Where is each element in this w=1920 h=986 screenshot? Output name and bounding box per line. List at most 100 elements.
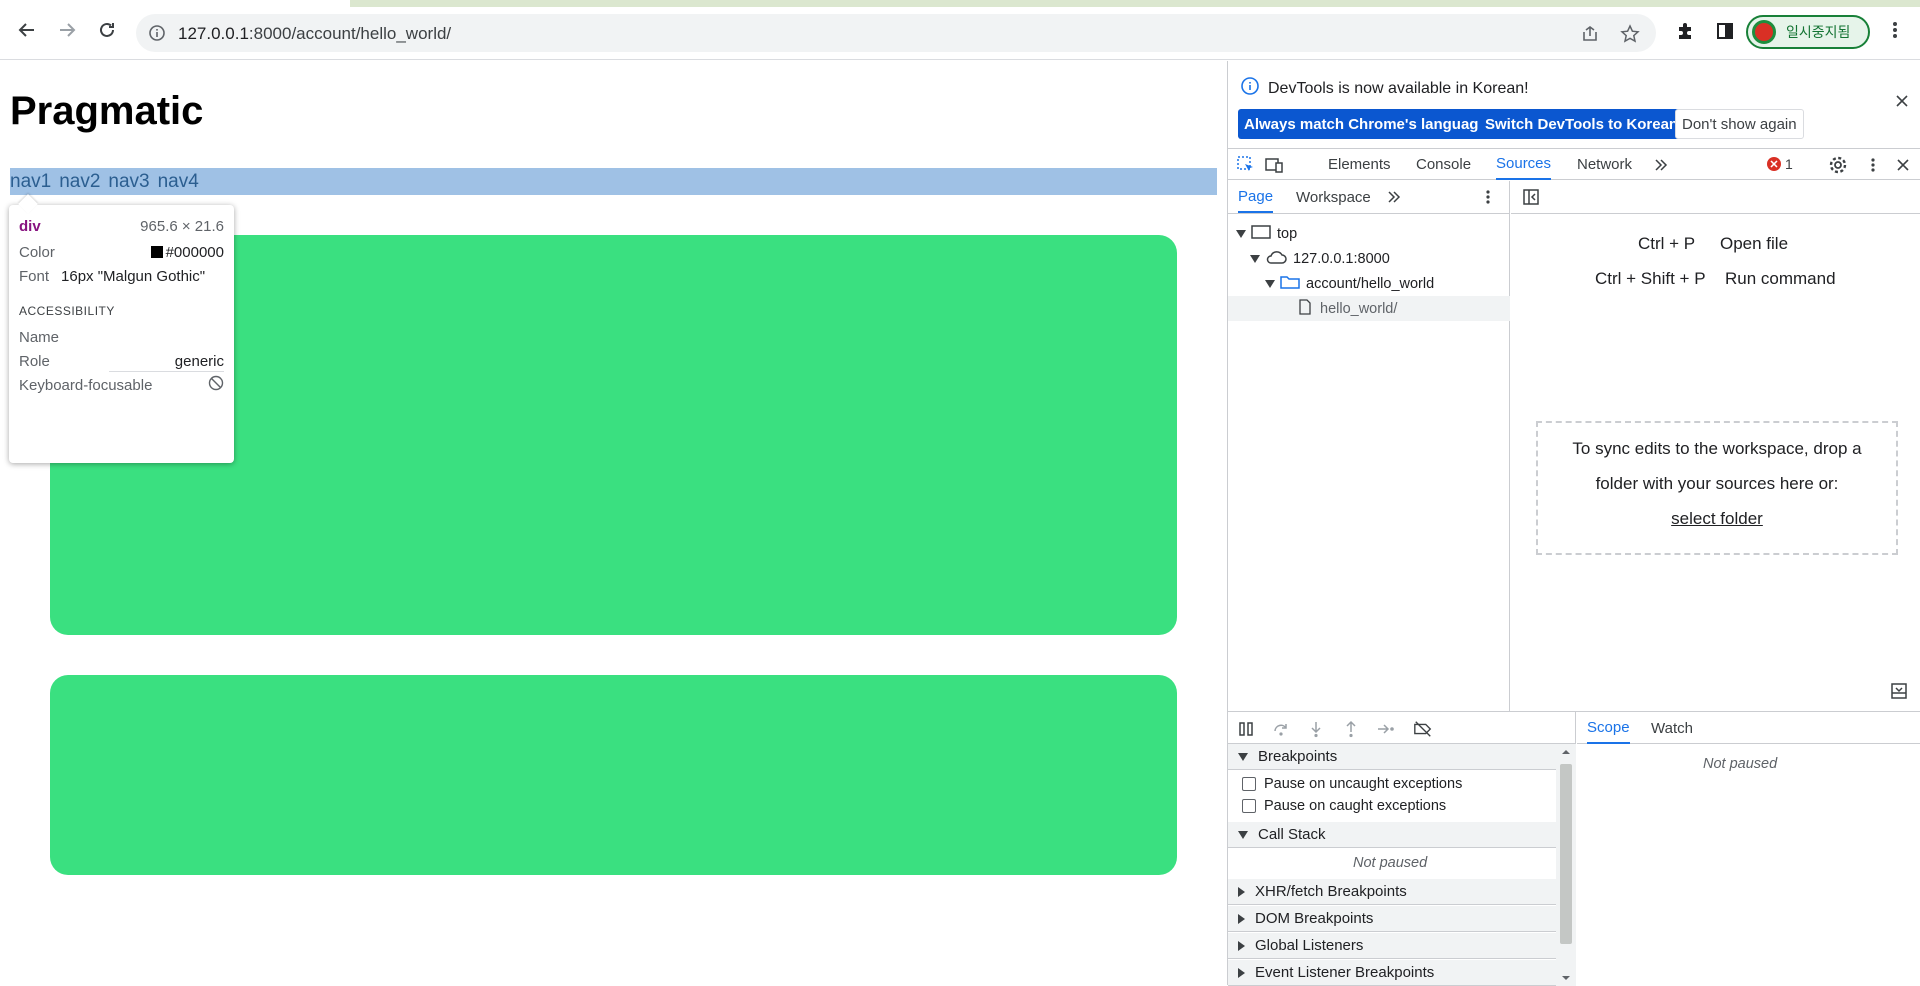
- reload-button[interactable]: [94, 17, 120, 43]
- device-toolbar-icon[interactable]: [1264, 155, 1284, 175]
- nav-link-1[interactable]: nav1: [10, 171, 51, 193]
- step-over-icon[interactable]: [1271, 719, 1291, 739]
- bookmark-star-icon[interactable]: [1620, 24, 1640, 44]
- select-folder-link[interactable]: select folder: [1671, 509, 1763, 528]
- shortcut-action-open[interactable]: Open file: [1720, 234, 1788, 254]
- step-icon[interactable]: [1376, 719, 1396, 739]
- file-icon: [1298, 298, 1312, 319]
- tooltip-divider: [109, 371, 224, 372]
- breakpoints-section[interactable]: Breakpoints: [1228, 744, 1556, 770]
- site-info-icon[interactable]: [148, 24, 166, 47]
- tab-sources[interactable]: Sources: [1496, 149, 1552, 180]
- tab-workspace[interactable]: Workspace: [1296, 181, 1371, 213]
- url-path: :8000/account/hello_world/: [248, 24, 452, 43]
- tooltip-section-heading: ACCESSIBILITY: [19, 304, 115, 318]
- navigator-menu-icon[interactable]: [1478, 187, 1498, 207]
- browser-menu-icon[interactable]: [1885, 20, 1905, 45]
- address-bar[interactable]: 127.0.0.1:8000/account/hello_world/: [136, 14, 1656, 52]
- editor-toolbar: [1511, 181, 1920, 214]
- back-button[interactable]: [14, 17, 40, 43]
- debugger-sidebar: Breakpoints Pause on uncaught exceptions…: [1228, 712, 1576, 986]
- step-into-icon[interactable]: [1306, 719, 1326, 739]
- tree-item-file[interactable]: hello_world/: [1228, 296, 1510, 321]
- deactivate-breakpoints-icon[interactable]: [1413, 719, 1433, 739]
- pause-caught-checkbox[interactable]: [1242, 799, 1256, 813]
- breakpoints-heading: Breakpoints: [1258, 748, 1338, 765]
- toggle-debugger-icon[interactable]: [1890, 682, 1908, 705]
- toggle-navigator-icon[interactable]: [1521, 187, 1541, 207]
- scrollbar-thumb[interactable]: [1560, 764, 1572, 944]
- step-out-icon[interactable]: [1341, 719, 1361, 739]
- devtools-tabbar: Elements Console Sources Network ✕ 1: [1228, 148, 1920, 180]
- extensions-icon[interactable]: [1674, 20, 1696, 42]
- more-tabs-icon[interactable]: [1651, 155, 1671, 175]
- event-listener-section[interactable]: Event Listener Breakpoints: [1228, 960, 1556, 986]
- sources-editor: Ctrl + P Open file Ctrl + Shift + P Run …: [1511, 181, 1920, 711]
- expand-arrow-icon[interactable]: [1250, 254, 1260, 263]
- workspace-dropzone[interactable]: To sync edits to the workspace, drop a f…: [1536, 421, 1898, 555]
- switch-korean-button[interactable]: Switch DevTools to Korean: [1479, 109, 1685, 139]
- tab-strip: [0, 0, 1920, 7]
- collapse-arrow-icon: [1238, 830, 1248, 839]
- profile-status-label: 일시중지됨: [1786, 24, 1851, 40]
- global-listeners-section[interactable]: Global Listeners: [1228, 933, 1556, 959]
- profile-chip[interactable]: 일시중지됨: [1746, 15, 1870, 49]
- nav-bar: nav1 nav2 nav3 nav4: [10, 171, 199, 193]
- tab-watch[interactable]: Watch: [1651, 712, 1693, 744]
- forward-button[interactable]: [54, 17, 80, 43]
- xhr-breakpoints-section[interactable]: XHR/fetch Breakpoints: [1228, 879, 1556, 905]
- pause-uncaught-option[interactable]: Pause on uncaught exceptions: [1242, 773, 1462, 795]
- page-viewport: Pragmatic nav1 nav2 nav3 nav4 div 965.6 …: [0, 61, 1227, 985]
- tab-page[interactable]: Page: [1238, 181, 1274, 213]
- pause-caught-option[interactable]: Pause on caught exceptions: [1242, 795, 1446, 817]
- call-stack-section[interactable]: Call Stack: [1228, 822, 1556, 848]
- tree-item-top[interactable]: top: [1228, 221, 1510, 246]
- tooltip-font-value: 16px "Malgun Gothic": [61, 267, 206, 285]
- tree-label: top: [1277, 225, 1298, 242]
- more-navigator-icon[interactable]: [1384, 187, 1404, 207]
- tab-elements[interactable]: Elements: [1328, 149, 1391, 180]
- close-notice-icon[interactable]: [1894, 93, 1910, 114]
- url-host: 127.0.0.1: [178, 24, 249, 43]
- share-icon[interactable]: [1580, 24, 1600, 44]
- dom-breakpoints-section[interactable]: DOM Breakpoints: [1228, 906, 1556, 932]
- inspect-element-icon[interactable]: [1236, 155, 1256, 175]
- notice-message: DevTools is now available in Korean!: [1268, 79, 1529, 97]
- devtools-menu-icon[interactable]: [1863, 155, 1883, 175]
- devtools-panel: DevTools is now available in Korean! Alw…: [1227, 61, 1920, 986]
- side-panel-icon[interactable]: [1714, 20, 1736, 42]
- scope-status: Not paused: [1703, 756, 1778, 772]
- expand-arrow-icon[interactable]: [1265, 279, 1275, 288]
- debugger-scrollbar[interactable]: [1556, 744, 1576, 986]
- green-box-2: [50, 675, 1177, 875]
- shortcut-action-run[interactable]: Run command: [1725, 269, 1836, 289]
- error-counter[interactable]: ✕ 1: [1767, 156, 1793, 172]
- debugger-pane: Breakpoints Pause on uncaught exceptions…: [1228, 711, 1920, 986]
- dont-show-again-button[interactable]: Don't show again: [1675, 109, 1804, 139]
- tooltip-tag: div: [19, 217, 41, 235]
- pause-icon[interactable]: [1236, 719, 1256, 739]
- color-swatch: [150, 245, 163, 258]
- settings-gear-icon[interactable]: [1828, 155, 1848, 175]
- error-count: 1: [1785, 156, 1793, 172]
- nav-link-2[interactable]: nav2: [59, 171, 100, 193]
- nav-link-3[interactable]: nav3: [108, 171, 149, 193]
- tree-item-host[interactable]: 127.0.0.1:8000: [1228, 246, 1510, 271]
- tab-network[interactable]: Network: [1577, 149, 1632, 180]
- url-text[interactable]: 127.0.0.1:8000/account/hello_world/: [178, 24, 451, 44]
- tab-console[interactable]: Console: [1416, 149, 1471, 180]
- pause-uncaught-checkbox[interactable]: [1242, 777, 1256, 791]
- shortcut-keys-run: Ctrl + Shift + P: [1595, 269, 1706, 288]
- folder-icon: [1280, 274, 1300, 294]
- close-devtools-icon[interactable]: [1893, 155, 1913, 175]
- tab-scope[interactable]: Scope: [1587, 712, 1630, 744]
- dropzone-text-1: To sync edits to the workspace, drop a: [1572, 439, 1862, 458]
- expand-arrow-icon[interactable]: [1236, 229, 1246, 238]
- scope-pane: Scope Watch Not paused: [1577, 712, 1920, 986]
- nav-link-4[interactable]: nav4: [158, 171, 199, 193]
- page-title: Pragmatic: [10, 89, 204, 133]
- match-language-button[interactable]: Always match Chrome's language: [1238, 109, 1493, 139]
- expand-arrow-icon: [1238, 967, 1245, 978]
- expand-arrow-icon: [1238, 940, 1245, 951]
- tree-item-folder[interactable]: account/hello_world: [1228, 271, 1510, 296]
